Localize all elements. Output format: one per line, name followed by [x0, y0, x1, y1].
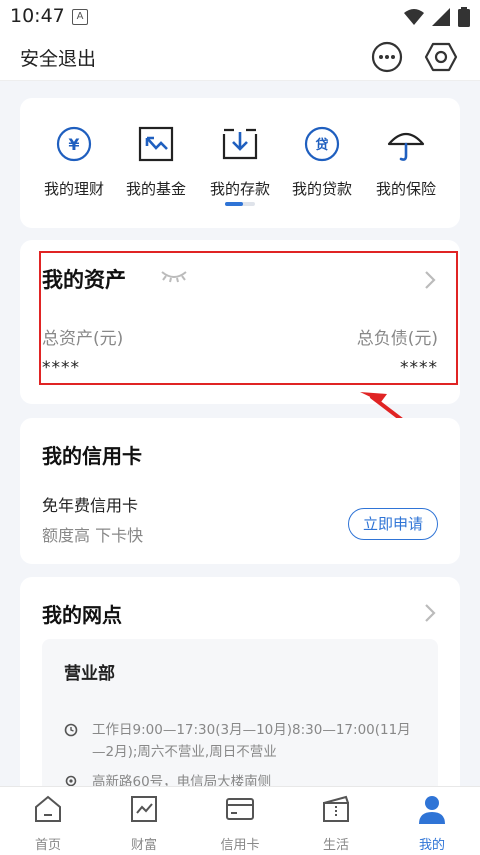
tab-life[interactable]: 生活 [288, 793, 384, 853]
branch-hours: 工作日9:00—17:30(3月—10月)8:30—17:00(11月—2月);… [92, 722, 411, 760]
tab-profile[interactable]: 我的 [384, 793, 480, 853]
credit-card-card: 我的信用卡 免年费信用卡 额度高 下卡快 立即申请 [20, 418, 460, 564]
tab-label: 生活 [322, 838, 349, 853]
home-icon [35, 795, 61, 822]
tab-credit-card[interactable]: 信用卡 [192, 793, 288, 853]
profile-icon [419, 796, 445, 824]
branch-hours-row: 工作日9:00—17:30(3月—10月)8:30—17:00(11月—2月);… [64, 719, 424, 769]
apply-now-button[interactable]: 立即申请 [347, 508, 438, 540]
wealth-icon [131, 796, 157, 822]
branch-name: 营业部 [64, 664, 115, 684]
tab-home[interactable]: 首页 [0, 793, 96, 853]
branch-card: 我的网点 营业部 工作日9:00—17:30(3月—10月)8:30—17:00… [20, 577, 460, 807]
tab-label: 我的 [418, 838, 445, 853]
bottom-tab-bar: 首页 财富 信用卡 生活 我的 [0, 786, 480, 855]
credit-card-title: 我的信用卡 [42, 444, 142, 468]
branch-title: 我的网点 [42, 603, 122, 627]
tab-wealth[interactable]: 财富 [96, 793, 192, 853]
credit-card-promo-title: 免年费信用卡 [42, 496, 139, 515]
clock-icon [64, 723, 78, 737]
credit-card-icon [226, 798, 254, 820]
chevron-right-icon[interactable] [424, 603, 436, 623]
tab-label: 首页 [34, 838, 61, 853]
credit-card-promo-sub: 额度高 下卡快 [42, 526, 144, 545]
tab-label: 财富 [130, 838, 157, 853]
branch-detail[interactable]: 营业部 工作日9:00—17:30(3月—10月)8:30—17:00(11月—… [42, 639, 438, 807]
life-ticket-icon [323, 795, 349, 822]
tab-label: 信用卡 [220, 838, 260, 853]
